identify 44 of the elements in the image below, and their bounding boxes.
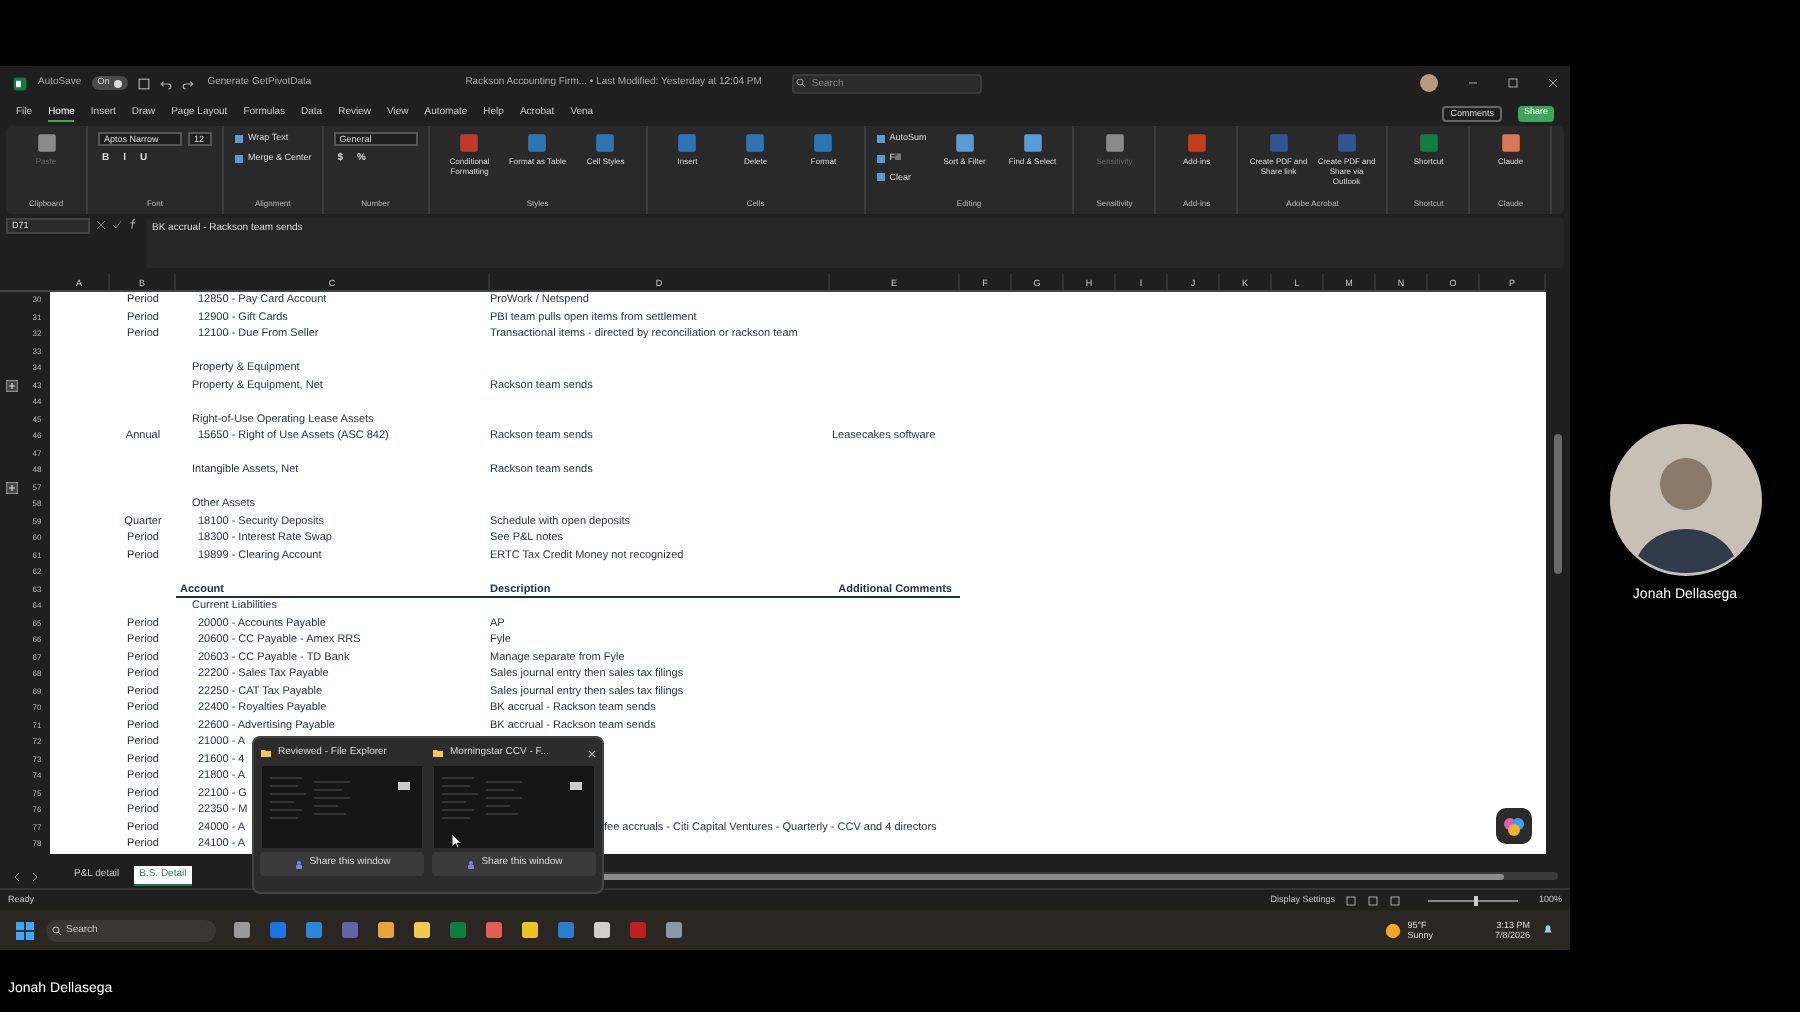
expand-plus-icon[interactable]	[6, 379, 18, 392]
toolbar-icon	[744, 132, 767, 154]
toolbar-icon	[1185, 132, 1208, 154]
undo-icon[interactable]	[159, 77, 172, 89]
scroll-left-icon[interactable]	[12, 871, 22, 881]
scroll-right-icon[interactable]	[30, 871, 40, 881]
expand-plus-icon[interactable]	[6, 481, 18, 494]
toolbar-icon	[1267, 132, 1290, 154]
toolbar-icon	[1021, 132, 1044, 154]
windows-start-icon[interactable]	[16, 921, 34, 939]
page-break-icon[interactable]	[1390, 895, 1401, 905]
normal-view-icon[interactable]	[1346, 895, 1357, 905]
redo-icon[interactable]	[181, 77, 194, 89]
toolbar-icon	[1499, 132, 1522, 154]
check-icon[interactable]	[112, 220, 122, 230]
toolbar-icon	[812, 132, 835, 154]
close-icon[interactable]	[588, 749, 596, 757]
toolbar-icon	[1103, 132, 1126, 154]
copilot-icon[interactable]	[1496, 808, 1532, 844]
toolbar-icon	[1335, 132, 1358, 154]
mouse-pointer-icon	[452, 834, 462, 848]
excel-logo-icon	[12, 75, 28, 91]
toolbar-icon	[458, 132, 481, 154]
toolbar-icon	[594, 132, 617, 154]
team-icon	[465, 859, 476, 869]
weather-sun-icon[interactable]	[1383, 921, 1402, 939]
search-icon	[52, 925, 62, 935]
function-icon[interactable]	[128, 218, 140, 230]
notification-bell-icon[interactable]	[1542, 924, 1554, 936]
person-silhouette-icon	[1609, 424, 1761, 576]
search-icon	[795, 78, 806, 88]
toolbar-icon	[676, 132, 699, 154]
cancel-icon[interactable]	[96, 220, 106, 230]
toolbar-icon	[1417, 132, 1440, 154]
toolbar-icon	[526, 132, 549, 154]
toolbar-icon	[35, 132, 57, 154]
minimize-icon[interactable]	[1468, 78, 1478, 88]
toolbar-icon	[953, 132, 976, 154]
close-icon[interactable]	[1548, 78, 1558, 88]
team-icon	[293, 859, 304, 869]
zoom-thumb[interactable]	[1473, 895, 1478, 905]
page-layout-icon[interactable]	[1368, 895, 1379, 905]
avatar-icon[interactable]	[1420, 74, 1438, 92]
maximize-icon[interactable]	[1508, 78, 1518, 88]
